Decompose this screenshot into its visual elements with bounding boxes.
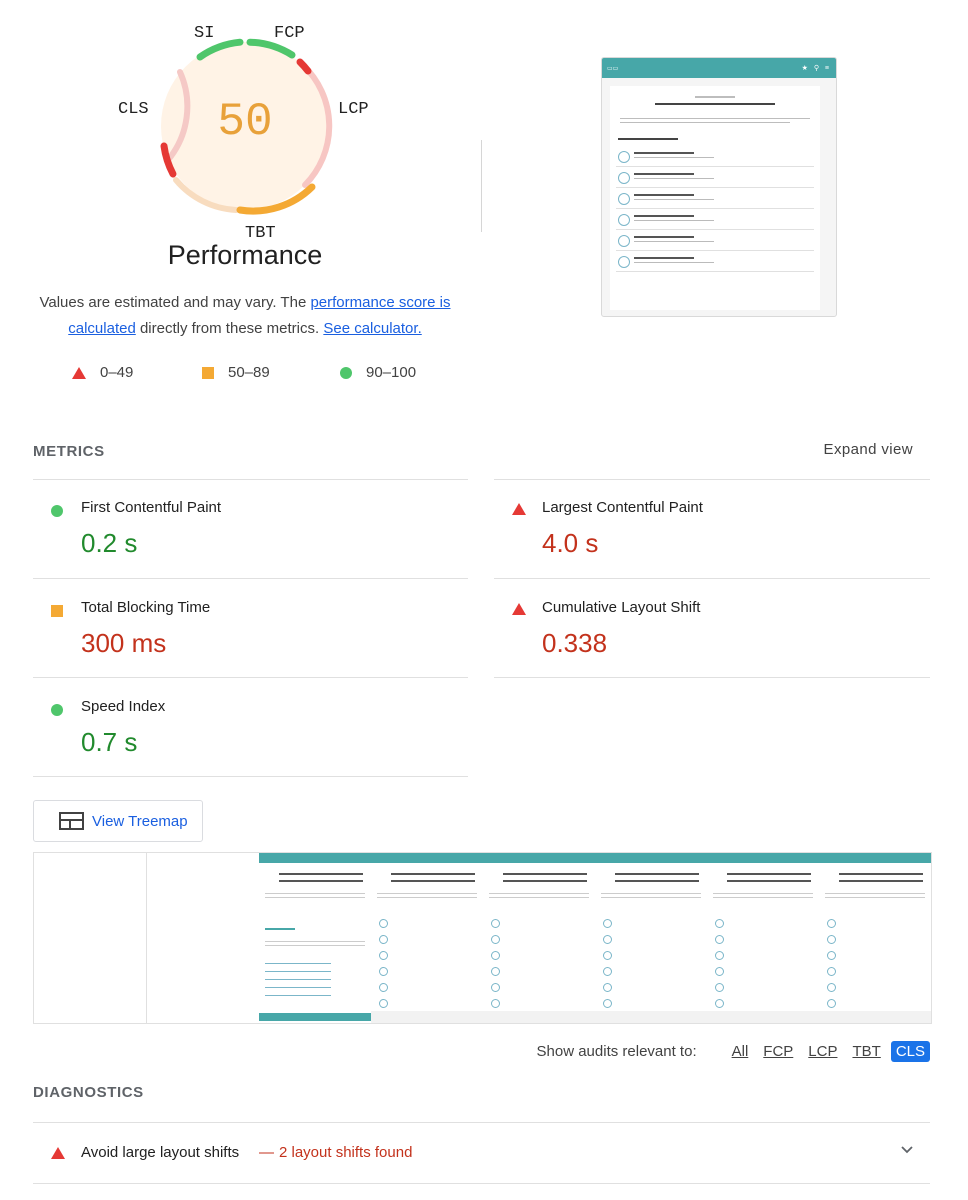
metric-first-contentful-paint: First Contentful Paint 0.2 s (33, 480, 468, 578)
filmstrip-frame (371, 853, 484, 1023)
score-description: Values are estimated and may vary. The p… (20, 290, 470, 342)
filter-all-button[interactable]: All (732, 1043, 749, 1060)
legend-fail-label: 0–49 (100, 364, 134, 381)
legend-average-label: 50–89 (228, 364, 270, 381)
red-triangle-icon (72, 366, 86, 379)
legend-pass-label: 90–100 (366, 364, 417, 381)
screenshot-header: ▭▭ ★ ⚲ ≡ (602, 58, 836, 78)
see-calculator-link[interactable]: See calculator. (323, 320, 421, 337)
expand-view-toggle[interactable]: Expand view (824, 441, 913, 458)
metric-name: Largest Contentful Paint (542, 499, 703, 516)
metric-name: Cumulative Layout Shift (542, 599, 701, 616)
metrics-divider (33, 578, 468, 579)
final-screenshot[interactable]: ▭▭ ★ ⚲ ≡ (601, 57, 837, 317)
filter-lcp-button[interactable]: LCP (808, 1043, 837, 1060)
category-title: Performance (167, 240, 323, 270)
metric-value: 0.338 (542, 628, 608, 658)
metric-name: First Contentful Paint (81, 499, 222, 516)
metric-name: Speed Index (81, 698, 166, 715)
audit-display-value: 2 layout shifts found (279, 1144, 413, 1161)
average-square-icon (51, 605, 63, 617)
legend-fail: 0–49 (72, 364, 133, 381)
pass-circle-icon (51, 704, 63, 716)
gauge-label-fcp: FCP (274, 24, 305, 43)
performance-score: 50 (217, 96, 273, 148)
metric-value: 300 ms (81, 628, 167, 658)
metric-value: 4.0 s (542, 528, 599, 558)
filmstrip-frame (34, 853, 147, 1023)
filter-fcp-button[interactable]: FCP (763, 1043, 793, 1060)
description-text-1: Values are estimated and may vary. The (39, 294, 311, 311)
audit-filter-label: Show audits relevant to: (536, 1043, 697, 1060)
legend-average: 50–89 (202, 364, 270, 381)
filter-cls-button[interactable]: CLS (890, 1041, 930, 1062)
fail-triangle-icon (512, 603, 526, 615)
diagnostics-title: DIAGNOSTICS (33, 1084, 144, 1101)
screenshot-header-icons: ★ ⚲ ≡ (801, 65, 831, 72)
fail-triangle-icon (512, 503, 526, 515)
filmstrip-frame (147, 853, 260, 1023)
metrics-divider (33, 776, 468, 777)
description-text-2: directly from these metrics. (135, 320, 324, 337)
filmstrip-frame (707, 853, 820, 1023)
view-treemap-button[interactable]: View Treemap (33, 800, 203, 842)
legend-pass: 90–100 (340, 364, 416, 381)
filmstrip (33, 852, 932, 1024)
metric-name: Total Blocking Time (81, 599, 211, 616)
metric-largest-contentful-paint: Largest Contentful Paint 4.0 s (494, 480, 929, 578)
treemap-icon (59, 812, 84, 830)
screenshot-logo: ▭▭ (607, 65, 619, 72)
metrics-divider (494, 578, 930, 579)
pass-circle-icon (51, 505, 63, 517)
audit-title: Avoid large layout shifts (81, 1144, 240, 1161)
filmstrip-frame (483, 853, 596, 1023)
metrics-divider (494, 677, 930, 678)
orange-square-icon (202, 366, 214, 379)
audit-row-layout-shifts[interactable]: Avoid large layout shifts — 2 layout shi… (33, 1122, 930, 1184)
view-treemap-label: View Treemap (92, 812, 188, 830)
filmstrip-frame (259, 853, 372, 1023)
green-circle-icon (340, 366, 352, 379)
metric-value: 0.2 s (81, 528, 138, 558)
filmstrip-frame (595, 853, 708, 1023)
metrics-title: METRICS (33, 443, 105, 460)
metric-value: 0.7 s (81, 727, 138, 757)
filmstrip-frame (819, 853, 931, 1023)
chevron-down-icon[interactable] (900, 1143, 914, 1157)
metrics-divider (33, 677, 468, 678)
metric-speed-index: Speed Index 0.7 s (33, 679, 468, 777)
fail-triangle-icon (51, 1147, 65, 1159)
filter-tbt-button[interactable]: TBT (852, 1043, 880, 1060)
vertical-divider (481, 140, 482, 232)
audit-filter: Show audits relevant to: All FCP LCP TBT… (537, 1041, 930, 1062)
gauge-label-si: SI (194, 24, 215, 43)
screenshot-card (610, 86, 820, 310)
metric-cumulative-layout-shift: Cumulative Layout Shift 0.338 (494, 580, 929, 678)
audit-separator: — (259, 1144, 274, 1161)
metric-total-blocking-time: Total Blocking Time 300 ms (33, 580, 468, 678)
